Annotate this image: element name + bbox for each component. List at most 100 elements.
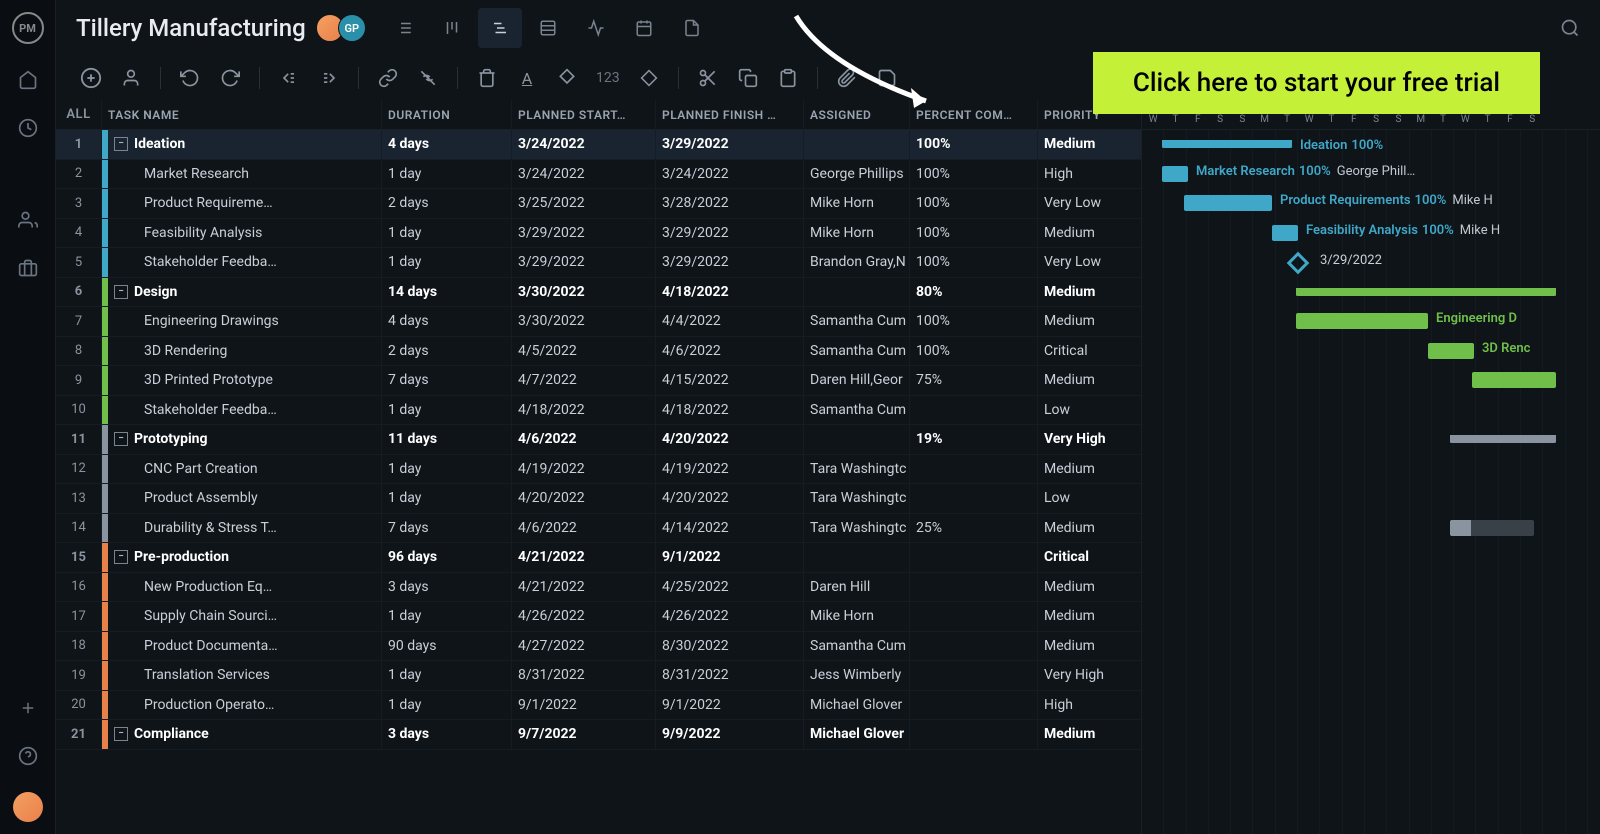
- cta-banner[interactable]: Click here to start your free trial: [1093, 52, 1540, 114]
- cell-assigned[interactable]: Michael Glover: [804, 691, 910, 720]
- cell-priority[interactable]: Medium: [1038, 219, 1134, 248]
- cell-priority[interactable]: High: [1038, 160, 1134, 189]
- cell-finish[interactable]: 3/29/2022: [656, 130, 804, 159]
- gantt-row[interactable]: [1142, 396, 1600, 426]
- cell-start[interactable]: 3/30/2022: [512, 307, 656, 336]
- col-start[interactable]: PLANNED START…: [512, 100, 656, 129]
- cell-duration[interactable]: 1 day: [382, 484, 512, 513]
- table-row[interactable]: 7Engineering Drawings4 days3/30/20224/4/…: [56, 307, 1141, 337]
- table-row[interactable]: 10Stakeholder Feedba…1 day4/18/20224/18/…: [56, 396, 1141, 426]
- table-row[interactable]: 4Feasibility Analysis1 day3/29/20223/29/…: [56, 219, 1141, 249]
- cell-finish[interactable]: 4/18/2022: [656, 278, 804, 307]
- view-activity-icon[interactable]: [574, 8, 618, 48]
- cell-priority[interactable]: Critical: [1038, 337, 1134, 366]
- cell-priority[interactable]: Very Low: [1038, 189, 1134, 218]
- add-icon[interactable]: [16, 696, 40, 720]
- cell-assigned[interactable]: Tara Washingtc: [804, 514, 910, 543]
- table-row[interactable]: 21−Compliance3 days9/7/20229/9/2022Micha…: [56, 720, 1141, 750]
- cell-assigned[interactable]: Jess Wimberly: [804, 661, 910, 690]
- cell-priority[interactable]: Very High: [1038, 425, 1134, 454]
- cell-priority[interactable]: Low: [1038, 484, 1134, 513]
- cell-percent[interactable]: [910, 720, 1038, 749]
- cell-finish[interactable]: 4/19/2022: [656, 455, 804, 484]
- cell-percent[interactable]: 75%: [910, 366, 1038, 395]
- cell-finish[interactable]: 9/9/2022: [656, 720, 804, 749]
- cell-duration[interactable]: 1 day: [382, 455, 512, 484]
- gantt-row[interactable]: [1142, 661, 1600, 691]
- attach-icon[interactable]: [836, 67, 858, 89]
- cell-start[interactable]: 3/30/2022: [512, 278, 656, 307]
- cell-percent[interactable]: [910, 455, 1038, 484]
- shape-icon[interactable]: [638, 67, 660, 89]
- link-icon[interactable]: [377, 67, 399, 89]
- cell-priority[interactable]: Critical: [1038, 543, 1134, 572]
- cell-percent[interactable]: 19%: [910, 425, 1038, 454]
- gantt-row[interactable]: [1142, 691, 1600, 721]
- cell-assigned[interactable]: Samantha Cum: [804, 396, 910, 425]
- cell-duration[interactable]: 1 day: [382, 691, 512, 720]
- cell-duration[interactable]: 1 day: [382, 248, 512, 277]
- cell-start[interactable]: 9/7/2022: [512, 720, 656, 749]
- cell-start[interactable]: 4/5/2022: [512, 337, 656, 366]
- cell-start[interactable]: 4/18/2022: [512, 396, 656, 425]
- cell-assigned[interactable]: George Phillips: [804, 160, 910, 189]
- cell-assigned[interactable]: Tara Washingtc: [804, 484, 910, 513]
- cell-finish[interactable]: 4/4/2022: [656, 307, 804, 336]
- cell-percent[interactable]: [910, 543, 1038, 572]
- gantt-row[interactable]: [1142, 484, 1600, 514]
- view-calendar-icon[interactable]: [622, 8, 666, 48]
- cell-assigned[interactable]: Brandon Gray,N: [804, 248, 910, 277]
- cell-duration[interactable]: 4 days: [382, 130, 512, 159]
- table-row[interactable]: 83D Rendering2 days4/5/20224/6/2022Saman…: [56, 337, 1141, 367]
- table-row[interactable]: 17Supply Chain Sourci…1 day4/26/20224/26…: [56, 602, 1141, 632]
- collapse-icon[interactable]: −: [114, 285, 128, 299]
- cell-finish[interactable]: 3/28/2022: [656, 189, 804, 218]
- paste-icon[interactable]: [777, 67, 799, 89]
- cell-percent[interactable]: [910, 573, 1038, 602]
- gantt-bar[interactable]: [1296, 288, 1556, 296]
- gantt-bar[interactable]: Engineering D: [1296, 313, 1428, 329]
- cell-assigned[interactable]: Samantha Cum: [804, 632, 910, 661]
- cell-start[interactable]: 4/20/2022: [512, 484, 656, 513]
- cell-assigned[interactable]: Michael Glover: [804, 720, 910, 749]
- table-row[interactable]: 5Stakeholder Feedba…1 day3/29/20223/29/2…: [56, 248, 1141, 278]
- collapse-icon[interactable]: −: [114, 432, 128, 446]
- cell-finish[interactable]: 9/1/2022: [656, 691, 804, 720]
- gantt-row[interactable]: Feasibility Analysis100%Mike H: [1142, 219, 1600, 249]
- outdent-icon[interactable]: [278, 67, 300, 89]
- cell-percent[interactable]: 100%: [910, 219, 1038, 248]
- gantt-row[interactable]: [1142, 425, 1600, 455]
- cell-priority[interactable]: Medium: [1038, 632, 1134, 661]
- table-row[interactable]: 3Product Requireme…2 days3/25/20223/28/2…: [56, 189, 1141, 219]
- cell-percent[interactable]: 100%: [910, 130, 1038, 159]
- gantt-row[interactable]: [1142, 366, 1600, 396]
- cell-priority[interactable]: High: [1038, 691, 1134, 720]
- view-gantt-icon[interactable]: [478, 8, 522, 48]
- gantt-bar[interactable]: Market Research100%George Phill…: [1162, 166, 1188, 182]
- table-row[interactable]: 93D Printed Prototype7 days4/7/20224/15/…: [56, 366, 1141, 396]
- cell-start[interactable]: 4/26/2022: [512, 602, 656, 631]
- gantt-row[interactable]: [1142, 602, 1600, 632]
- collapse-icon[interactable]: −: [114, 550, 128, 564]
- cell-finish[interactable]: 4/20/2022: [656, 484, 804, 513]
- table-row[interactable]: 1−Ideation4 days3/24/20223/29/2022100%Me…: [56, 130, 1141, 160]
- cell-duration[interactable]: 2 days: [382, 337, 512, 366]
- table-row[interactable]: 13Product Assembly1 day4/20/20224/20/202…: [56, 484, 1141, 514]
- view-file-icon[interactable]: [670, 8, 714, 48]
- cell-duration[interactable]: 1 day: [382, 219, 512, 248]
- table-row[interactable]: 2Market Research1 day3/24/20223/24/2022G…: [56, 160, 1141, 190]
- cell-start[interactable]: 3/24/2022: [512, 160, 656, 189]
- cell-finish[interactable]: 8/31/2022: [656, 661, 804, 690]
- gantt-row[interactable]: 3/29/2022: [1142, 248, 1600, 278]
- cell-percent[interactable]: [910, 396, 1038, 425]
- add-task-icon[interactable]: [80, 67, 102, 89]
- cell-priority[interactable]: Low: [1038, 396, 1134, 425]
- cell-start[interactable]: 4/6/2022: [512, 425, 656, 454]
- cell-finish[interactable]: 4/25/2022: [656, 573, 804, 602]
- gantt-bar[interactable]: Ideation100%: [1162, 140, 1292, 148]
- table-row[interactable]: 11−Prototyping11 days4/6/20224/20/202219…: [56, 425, 1141, 455]
- cell-assigned[interactable]: [804, 425, 910, 454]
- gantt-row[interactable]: [1142, 278, 1600, 308]
- cell-assigned[interactable]: [804, 543, 910, 572]
- table-row[interactable]: 14Durability & Stress T…7 days4/6/20224/…: [56, 514, 1141, 544]
